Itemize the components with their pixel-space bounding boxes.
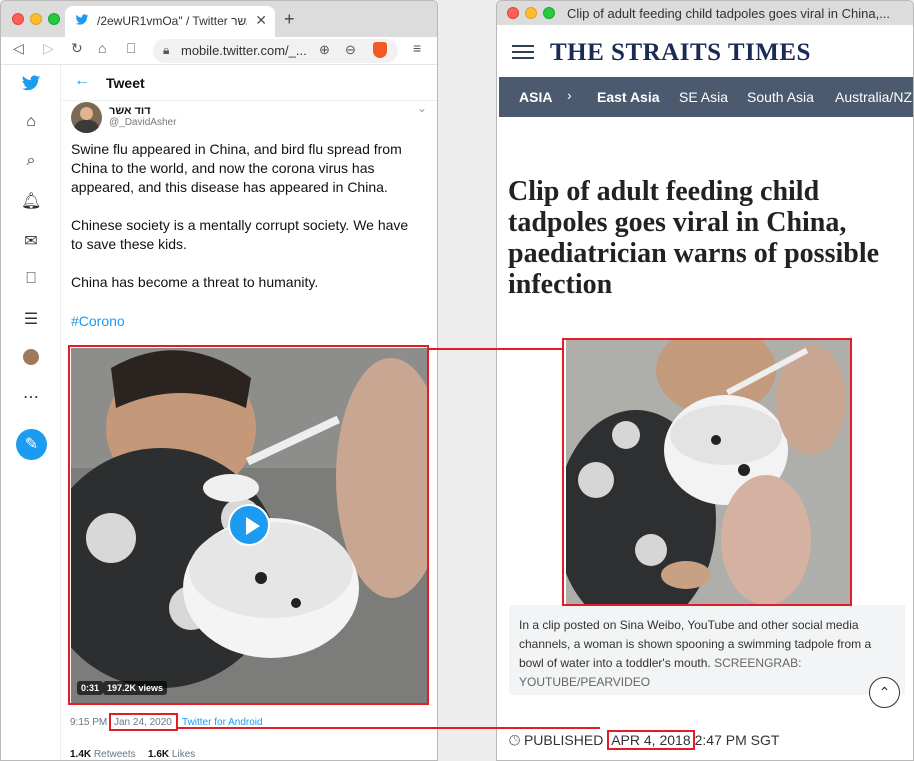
profile-avatar-icon[interactable] bbox=[23, 349, 39, 365]
reload-icon[interactable]: ↻ bbox=[71, 40, 83, 57]
close-tab-icon[interactable]: ✕ bbox=[255, 12, 267, 29]
clock-icon: 🕒︎ bbox=[509, 732, 521, 748]
published-label: PUBLISHED bbox=[523, 732, 604, 748]
browser-toolbar: ◁ ▷ ↻ ⌂ ⎕ 🔒︎ mobile.twitter.com/_... ⊕ ⊖… bbox=[1, 37, 437, 65]
likes-label: Likes bbox=[171, 749, 196, 760]
nav-item-australia-nz[interactable]: Australia/NZ bbox=[835, 89, 912, 105]
add-icon[interactable]: ⊕ bbox=[319, 42, 330, 58]
search-icon[interactable]: ⌕ bbox=[21, 152, 41, 170]
article-headline: Clip of adult feeding child tadpoles goe… bbox=[508, 176, 880, 300]
window-title-bar: Clip of adult feeding child tadpoles goe… bbox=[497, 1, 913, 25]
new-tab-button[interactable]: + bbox=[284, 9, 295, 30]
chevron-right-icon: › bbox=[567, 87, 572, 103]
nav-item-se-asia[interactable]: SE Asia bbox=[679, 89, 728, 105]
published-time: 2:47 PM SGT bbox=[694, 732, 780, 748]
brave-shield-icon[interactable] bbox=[373, 42, 387, 58]
section-nav: ASIA › East Asia SE Asia South Asia Aust… bbox=[499, 77, 913, 117]
tweet-header: ← Tweet bbox=[61, 65, 437, 101]
zoom-out-icon[interactable]: ⊖ bbox=[345, 42, 356, 58]
back-arrow-icon[interactable]: ← bbox=[74, 72, 90, 90]
notifications-bell-icon[interactable]: 🔔︎ bbox=[21, 191, 41, 211]
annotation-connector-images bbox=[429, 348, 562, 350]
home-icon[interactable]: ⌂ bbox=[21, 113, 41, 131]
zoom-window-button[interactable] bbox=[543, 7, 555, 19]
home-icon[interactable]: ⌂ bbox=[98, 40, 106, 56]
likes-count: 1.6K bbox=[148, 749, 170, 760]
nav-section-asia[interactable]: ASIA bbox=[519, 89, 552, 105]
minimize-window-button[interactable] bbox=[30, 13, 42, 25]
photo-caption: In a clip posted on Sina Weibo, YouTube … bbox=[519, 616, 897, 692]
url-text: mobile.twitter.com/_... bbox=[181, 43, 307, 58]
hamburger-menu-icon[interactable] bbox=[512, 45, 534, 59]
window-title: Clip of adult feeding child tadpoles goe… bbox=[567, 6, 891, 21]
forward-icon[interactable]: ▷ bbox=[43, 40, 54, 57]
hashtag-link[interactable]: #Corono bbox=[71, 312, 421, 331]
retweets-count: 1.4K bbox=[70, 749, 92, 760]
author-handle[interactable]: @_DavidAsher bbox=[109, 117, 176, 128]
photo-caption-box: In a clip posted on Sina Weibo, YouTube … bbox=[509, 605, 905, 695]
back-icon[interactable]: ◁ bbox=[13, 40, 24, 57]
bookmark-icon[interactable]: ⎕ bbox=[127, 40, 135, 57]
chevron-down-icon[interactable]: ⌄ bbox=[417, 101, 427, 115]
retweets-stat[interactable]: 1.4K Retweets bbox=[70, 749, 136, 760]
zoom-window-button[interactable] bbox=[48, 13, 60, 25]
lock-icon: 🔒︎ bbox=[163, 43, 170, 57]
nav-item-east-asia[interactable]: East Asia bbox=[597, 89, 660, 105]
site-logo[interactable]: THE STRAITS TIMES bbox=[550, 39, 811, 67]
published-line: 🕒︎ PUBLISHED APR 4, 2018 2:47 PM SGT bbox=[509, 730, 779, 750]
annotation-box-tweet-video bbox=[68, 345, 429, 705]
tweet-text-paragraph-1: Swine flu appeared in China, and bird fl… bbox=[71, 141, 402, 195]
compose-tweet-button[interactable]: ✎ bbox=[16, 429, 47, 460]
tweet-text-paragraph-2: Chinese society is a mentally corrupt so… bbox=[71, 217, 409, 252]
menu-icon[interactable]: ≡ bbox=[413, 40, 421, 56]
likes-stat[interactable]: 1.6K Likes bbox=[148, 749, 195, 760]
published-date: APR 4, 2018 bbox=[607, 730, 695, 750]
twitter-sidebar: ⌂ ⌕ 🔔︎ ✉ ⎕ ☰ ⋯ ✎ bbox=[1, 65, 61, 760]
twitter-bird-icon bbox=[75, 13, 89, 31]
minimize-window-button[interactable] bbox=[525, 7, 537, 19]
retweets-label: Retweets bbox=[93, 749, 136, 760]
annotation-box-article-photo bbox=[562, 338, 852, 606]
page-title: Tweet bbox=[106, 75, 145, 91]
close-window-button[interactable] bbox=[507, 7, 519, 19]
tweet-time: 9:15 PM bbox=[70, 717, 108, 728]
scroll-to-top-button[interactable]: ⌃ bbox=[869, 677, 900, 708]
bookmarks-icon[interactable]: ⎕ bbox=[21, 270, 41, 288]
twitter-logo-icon[interactable] bbox=[21, 75, 41, 97]
address-bar[interactable]: 🔒︎ mobile.twitter.com/_... ⊕ ⊖ bbox=[153, 39, 398, 63]
tab-bar: /2ewUR1vmOa" / Twitter דוד אשר ✕ + bbox=[1, 1, 437, 37]
site-header: THE STRAITS TIMES bbox=[497, 25, 913, 77]
author-name[interactable]: דוד אשר bbox=[109, 105, 151, 117]
browser-tab[interactable]: /2ewUR1vmOa" / Twitter דוד אשר ✕ bbox=[65, 6, 275, 37]
caption-text: In a clip posted on Sina Weibo, YouTube … bbox=[519, 618, 872, 670]
messages-mail-icon[interactable]: ✉ bbox=[21, 231, 41, 251]
annotation-connector-dates bbox=[178, 727, 600, 729]
nav-item-south-asia[interactable]: South Asia bbox=[747, 89, 814, 105]
annotation-box-tweet-date bbox=[109, 713, 178, 731]
close-window-button[interactable] bbox=[12, 13, 24, 25]
more-options-icon[interactable]: ⋯ bbox=[21, 387, 41, 407]
tab-title: /2ewUR1vmOa" / Twitter דוד אשר bbox=[97, 14, 247, 28]
tweet-text-paragraph-3: China has become a threat to humanity. bbox=[71, 274, 319, 290]
author-avatar[interactable] bbox=[71, 102, 102, 133]
lists-icon[interactable]: ☰ bbox=[21, 309, 41, 329]
